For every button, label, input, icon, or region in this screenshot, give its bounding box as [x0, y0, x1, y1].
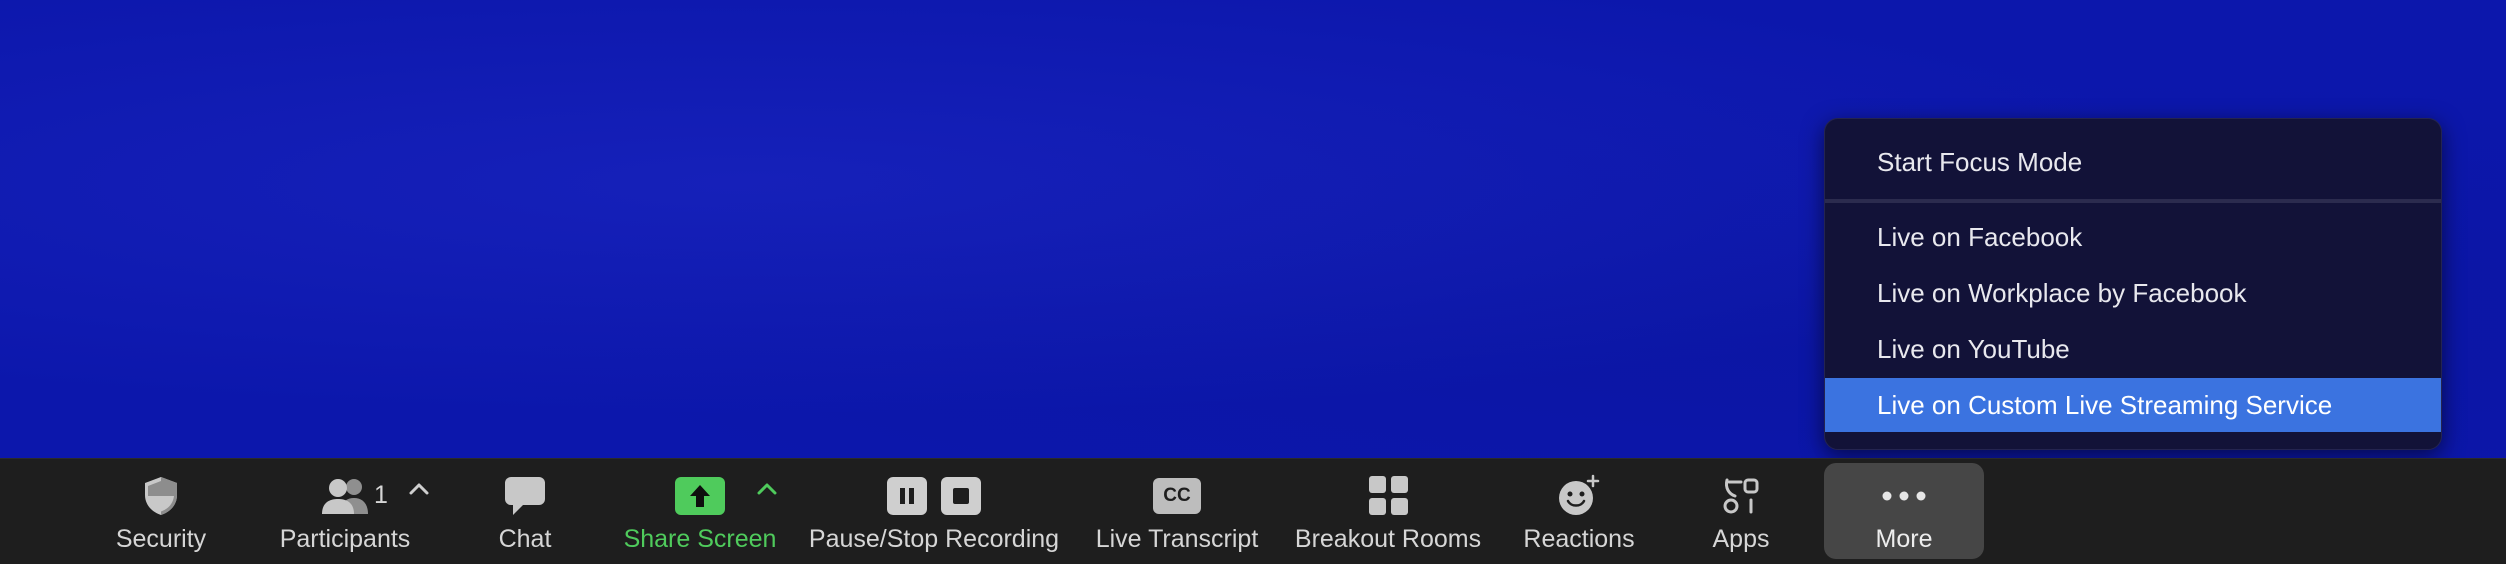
- chat-label: Chat: [498, 525, 552, 553]
- menu-item-start-focus-mode[interactable]: Start Focus Mode: [1825, 135, 2441, 189]
- share-screen-label: Share Screen: [623, 525, 777, 553]
- live-transcript-button[interactable]: CC Live Transcript: [1090, 463, 1264, 559]
- participants-count: 1: [374, 481, 388, 509]
- breakout-grid-icon: [1368, 473, 1410, 519]
- more-dropdown-menu: Start Focus Mode Live on Facebook Live o…: [1824, 118, 2442, 450]
- pause-icon[interactable]: [886, 473, 928, 519]
- breakout-rooms-button[interactable]: Breakout Rooms: [1294, 463, 1482, 559]
- security-label: Security: [115, 525, 207, 553]
- breakout-rooms-label: Breakout Rooms: [1294, 525, 1482, 553]
- participants-button[interactable]: 1 Participants: [270, 463, 420, 559]
- menu-item-live-on-workplace[interactable]: Live on Workplace by Facebook: [1825, 266, 2441, 320]
- live-transcript-label: Live Transcript: [1095, 525, 1259, 553]
- menu-item-live-on-custom-streaming[interactable]: Live on Custom Live Streaming Service: [1825, 378, 2441, 432]
- pause-stop-recording-label: Pause/Stop Recording: [808, 525, 1060, 553]
- menu-item-live-on-facebook[interactable]: Live on Facebook: [1825, 210, 2441, 264]
- share-arrow-icon: [674, 473, 726, 519]
- chevron-up-icon: [408, 481, 430, 502]
- security-button[interactable]: Security: [110, 463, 212, 559]
- more-button[interactable]: More: [1824, 463, 1984, 559]
- chat-button[interactable]: Chat: [480, 463, 570, 559]
- apps-icon: [1721, 473, 1761, 519]
- cc-icon: CC: [1152, 473, 1202, 519]
- apps-label: Apps: [1712, 525, 1770, 553]
- shield-icon: [141, 473, 181, 519]
- menu-item-live-on-youtube[interactable]: Live on YouTube: [1825, 322, 2441, 376]
- participants-options-chevron[interactable]: [402, 473, 438, 513]
- chevron-up-icon: [756, 481, 778, 502]
- apps-button[interactable]: Apps: [1702, 463, 1780, 559]
- reaction-smiley-icon: [1556, 473, 1602, 519]
- participants-icon: [318, 473, 374, 519]
- menu-divider: [1825, 199, 2441, 203]
- chat-bubble-icon: [503, 473, 547, 519]
- share-screen-options-chevron[interactable]: [750, 473, 786, 513]
- more-label: More: [1875, 525, 1933, 553]
- more-dots-icon: [1880, 473, 1928, 519]
- participants-label: Participants: [279, 525, 411, 553]
- reactions-button[interactable]: Reactions: [1522, 463, 1636, 559]
- pause-stop-recording-button[interactable]: Pause/Stop Recording: [808, 463, 1060, 559]
- stop-icon[interactable]: [940, 473, 982, 519]
- meeting-toolbar: Security 1 Participants Chat Share Scree…: [0, 458, 2506, 564]
- reactions-label: Reactions: [1523, 525, 1635, 553]
